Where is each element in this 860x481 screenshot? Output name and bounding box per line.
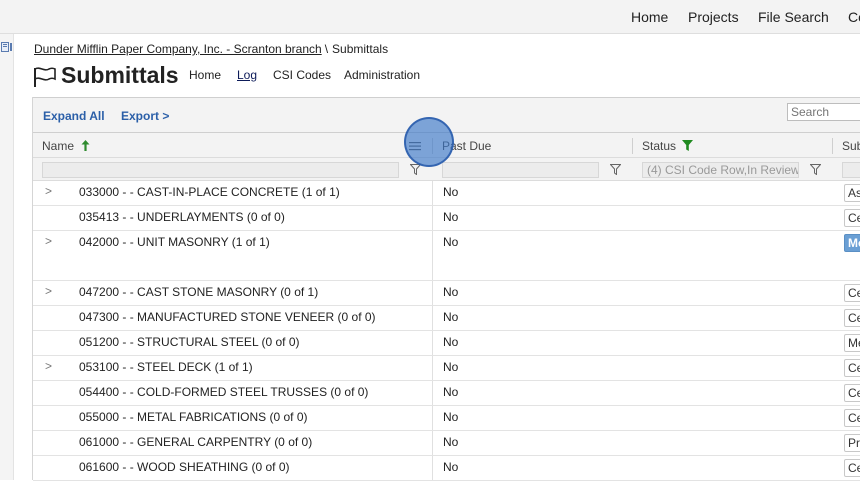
row-name: 051200 - - STRUCTURAL STEEL (0 of 0) (79, 335, 300, 349)
table-row[interactable]: > 047200 - - CAST STONE MASONRY (0 of 1)… (33, 281, 860, 306)
table-row[interactable]: > 053100 - - STEEL DECK (1 of 1) No Ce (33, 356, 860, 381)
flag-icon (34, 67, 56, 87)
subnav-administration[interactable]: Administration (344, 68, 420, 82)
row-past-due: No (443, 310, 459, 324)
row-name: 054400 - - COLD-FORMED STEEL TRUSSES (0 … (79, 385, 369, 399)
table-row[interactable]: 061000 - - GENERAL CARPENTRY (0 of 0) No… (33, 431, 860, 456)
name-filter-icon[interactable] (410, 164, 421, 175)
row-past-due: No (443, 385, 459, 399)
column-status-label: Status (642, 139, 677, 153)
expand-row-chevron-icon[interactable]: > (45, 184, 52, 198)
sort-ascending-icon (81, 140, 90, 151)
top-nav-bar: Home Projects File Search Co (0, 0, 860, 34)
row-past-due: No (443, 335, 459, 349)
row-name: 061000 - - GENERAL CARPENTRY (0 of 0) (79, 435, 313, 449)
grid-filter-row: (4) CSI Code Row,In Review (33, 158, 860, 181)
expand-row-chevron-icon[interactable]: > (45, 234, 52, 248)
topnav-projects[interactable]: Projects (688, 9, 739, 25)
left-sidebar-strip (0, 34, 14, 480)
column-resize-handle[interactable] (832, 138, 833, 154)
subnav-csi-codes[interactable]: CSI Codes (273, 68, 331, 82)
export-button[interactable]: Export > (121, 109, 169, 123)
row-name: 042000 - - UNIT MASONRY (1 of 1) (79, 235, 270, 249)
expand-row-chevron-icon[interactable]: > (45, 359, 52, 373)
row-name: 047300 - - MANUFACTURED STONE VENEER (0 … (79, 310, 376, 324)
row-sub-badge[interactable]: Ce (844, 209, 860, 227)
row-past-due: No (443, 235, 459, 249)
row-name: 061600 - - WOOD SHEATHING (0 of 0) (79, 460, 290, 474)
topnav-file-search[interactable]: File Search (758, 9, 829, 25)
table-row[interactable]: 054400 - - COLD-FORMED STEEL TRUSSES (0 … (33, 381, 860, 406)
topnav-home[interactable]: Home (631, 9, 668, 25)
row-past-due: No (443, 360, 459, 374)
status-filter-icon[interactable] (810, 164, 821, 175)
row-past-due: No (443, 210, 459, 224)
table-row[interactable]: 047300 - - MANUFACTURED STONE VENEER (0 … (33, 306, 860, 331)
row-past-due: No (443, 435, 459, 449)
column-header-status[interactable]: Status (642, 139, 694, 153)
row-past-due: No (443, 410, 459, 424)
row-sub-badge[interactable]: Ce (844, 384, 860, 402)
sidebar-toggle-icon[interactable] (1, 42, 13, 52)
page-title: Submittals (61, 62, 179, 88)
row-sub-badge[interactable]: Pro (844, 434, 860, 452)
row-name: 047200 - - CAST STONE MASONRY (0 of 1) (79, 285, 319, 299)
row-name: 055000 - - METAL FABRICATIONS (0 of 0) (79, 410, 308, 424)
table-row[interactable]: > 042000 - - UNIT MASONRY (1 of 1) No Mo (33, 231, 860, 281)
past-due-filter-input[interactable] (442, 162, 599, 178)
name-filter-input[interactable] (42, 162, 399, 178)
subnav-log[interactable]: Log (237, 68, 257, 82)
breadcrumb-company-link[interactable]: Dunder Mifflin Paper Company, Inc. - Scr… (34, 42, 322, 56)
sub-filter-input[interactable] (842, 162, 860, 178)
table-row[interactable]: > 033000 - - CAST-IN-PLACE CONCRETE (1 o… (33, 181, 860, 206)
row-past-due: No (443, 285, 459, 299)
row-sub-badge[interactable]: Me (844, 334, 860, 352)
column-header-sub[interactable]: Sub (842, 139, 860, 153)
row-sub-badge[interactable]: Ce (844, 359, 860, 377)
column-name-label: Name (42, 139, 75, 153)
row-name: 053100 - - STEEL DECK (1 of 1) (79, 360, 253, 374)
breadcrumb-current: Submittals (332, 42, 389, 56)
subnav-home[interactable]: Home (189, 68, 221, 82)
filter-active-icon (682, 140, 694, 151)
grid-body: > 033000 - - CAST-IN-PLACE CONCRETE (1 o… (33, 181, 860, 481)
column-resize-handle[interactable] (632, 138, 633, 154)
table-row[interactable]: 035413 - - UNDERLAYMENTS (0 of 0) No Ce (33, 206, 860, 231)
breadcrumb-separator: \ (324, 42, 329, 56)
row-name: 035413 - - UNDERLAYMENTS (0 of 0) (79, 210, 285, 224)
row-sub-badge[interactable]: Ce (844, 284, 860, 302)
past-due-filter-icon[interactable] (610, 164, 621, 175)
topnav-co[interactable]: Co (848, 9, 860, 25)
table-row[interactable]: 051200 - - STRUCTURAL STEEL (0 of 0) No … (33, 331, 860, 356)
table-row[interactable]: 055000 - - METAL FABRICATIONS (0 of 0) N… (33, 406, 860, 431)
search-input[interactable] (787, 103, 860, 121)
row-sub-badge[interactable]: As (844, 184, 860, 202)
row-name: 033000 - - CAST-IN-PLACE CONCRETE (1 of … (79, 185, 340, 199)
row-past-due: No (443, 460, 459, 474)
row-sub-badge[interactable]: Ce (844, 409, 860, 427)
expand-row-chevron-icon[interactable]: > (45, 284, 52, 298)
row-past-due: No (443, 185, 459, 199)
row-sub-badge[interactable]: Mo (844, 234, 860, 252)
table-row[interactable]: 061600 - - WOOD SHEATHING (0 of 0) No Ce (33, 456, 860, 481)
row-sub-badge[interactable]: Ce (844, 309, 860, 327)
click-highlight-circle (404, 117, 454, 167)
row-sub-badge[interactable]: Ce (844, 459, 860, 477)
breadcrumb: Dunder Mifflin Paper Company, Inc. - Scr… (34, 42, 388, 56)
column-header-name[interactable]: Name (42, 139, 90, 153)
expand-all-button[interactable]: Expand All (43, 109, 105, 123)
status-filter-input[interactable]: (4) CSI Code Row,In Review (642, 162, 799, 178)
